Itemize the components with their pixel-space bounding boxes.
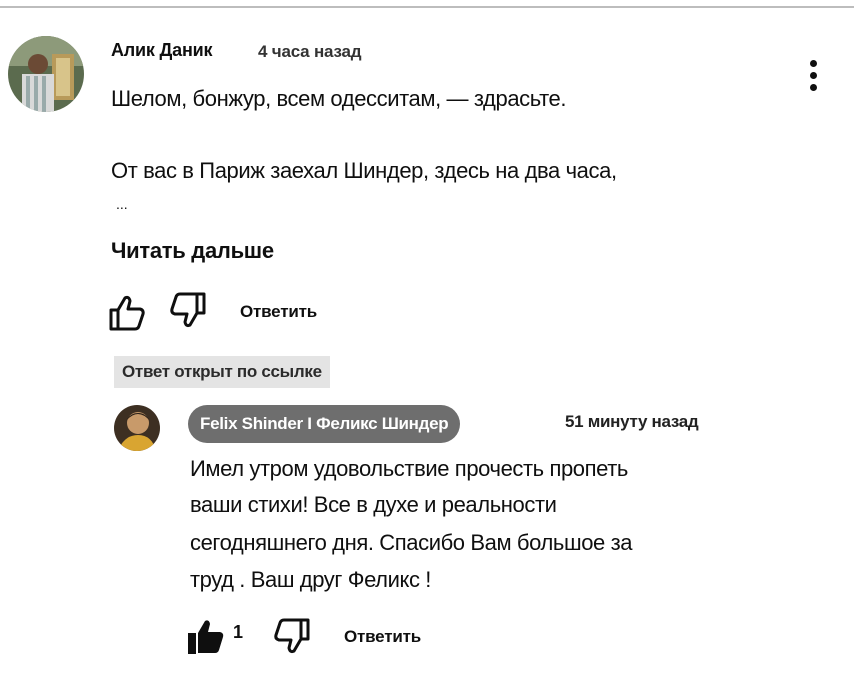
reply-dislike-button[interactable] <box>272 616 312 656</box>
top-divider <box>0 6 854 8</box>
comment-timestamp[interactable]: 4 часа назад <box>258 42 362 62</box>
dislike-button[interactable] <box>168 290 208 330</box>
thumb-down-icon <box>274 618 310 654</box>
linked-reply-badge: Ответ открыт по ссылке <box>114 356 330 388</box>
thumb-up-icon <box>188 620 224 654</box>
thumb-up-icon <box>109 295 145 331</box>
reply-text-line: Имел утром удовольствие прочесть пропеть <box>190 456 628 481</box>
reply-reply-button[interactable]: Ответить <box>344 627 421 647</box>
read-more-link[interactable]: Читать дальше <box>111 238 274 264</box>
reply-button[interactable]: Ответить <box>240 302 317 322</box>
reply-text-line: труд . Ваш друг Феликс ! <box>190 567 431 592</box>
reply-like-count: 1 <box>233 622 244 642</box>
commenter-avatar[interactable] <box>8 36 84 112</box>
more-vert-icon[interactable] <box>800 56 828 96</box>
comment-text-line: Шелом, бонжур, всем одесситам, — здрасьт… <box>111 86 567 111</box>
reply-like-button[interactable] <box>186 616 226 656</box>
reply-author-chip[interactable]: Felix Shinder I Феликс Шиндер <box>188 405 461 443</box>
comment-author[interactable]: Алик Даник <box>111 40 212 61</box>
reply-text-line: сегодняшнего дня. Спасибо Вам большое за <box>190 530 633 555</box>
thumb-down-icon <box>170 292 206 328</box>
reply-timestamp[interactable]: 51 минуту назад <box>565 412 699 432</box>
reply-author-avatar[interactable] <box>114 405 160 451</box>
reply-text-line: ваши стихи! Все в духе и реальности <box>190 492 557 517</box>
comment-text-line: От вас в Париж заехал Шиндер, здесь на д… <box>111 158 617 183</box>
like-button[interactable] <box>107 293 147 333</box>
comment-ellipsis: ... <box>116 196 128 212</box>
